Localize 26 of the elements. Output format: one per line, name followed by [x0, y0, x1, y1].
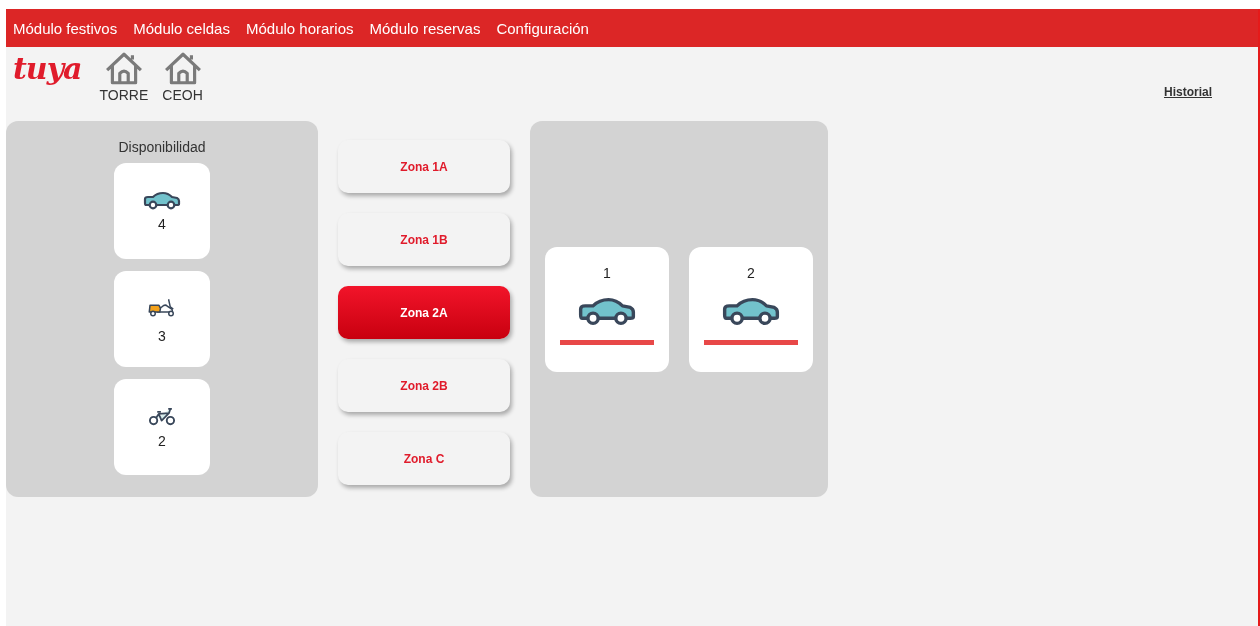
zone-button[interactable]: Zona 1B: [338, 213, 510, 266]
panel-title: Disponibilidad: [118, 139, 206, 155]
site-button[interactable]: CEOH: [162, 51, 203, 103]
house-icon: [104, 51, 143, 85]
zone-button[interactable]: Zona 2A: [338, 286, 510, 339]
bicycle-icon: [147, 405, 177, 427]
cell-number: 2: [747, 264, 755, 281]
menu-item[interactable]: Módulo horarios: [245, 19, 354, 37]
menu-item[interactable]: Módulo reservas: [369, 19, 481, 37]
parking-cell[interactable]: 1: [545, 246, 669, 372]
car-icon: [142, 190, 182, 210]
history-link[interactable]: Historial: [1164, 85, 1212, 99]
cell-number: 1: [603, 264, 611, 281]
vehicle-count: 2: [158, 432, 166, 449]
vehicle-count: 3: [158, 327, 166, 344]
zone-button[interactable]: Zona C: [338, 432, 510, 485]
site-button[interactable]: TORRE: [99, 51, 149, 103]
zone-button[interactable]: Zona 2B: [338, 359, 510, 412]
menu-item[interactable]: Módulo celdas: [133, 19, 230, 37]
menu-item[interactable]: Módulo festivos: [13, 19, 118, 37]
vehicle-count: 4: [158, 216, 166, 232]
menu-item[interactable]: Configuración: [496, 19, 589, 37]
zone-button[interactable]: Zona 1A: [338, 140, 510, 193]
house-icon: [163, 51, 202, 85]
logo: tuya: [13, 51, 82, 86]
parking-cell[interactable]: 2: [689, 246, 813, 372]
